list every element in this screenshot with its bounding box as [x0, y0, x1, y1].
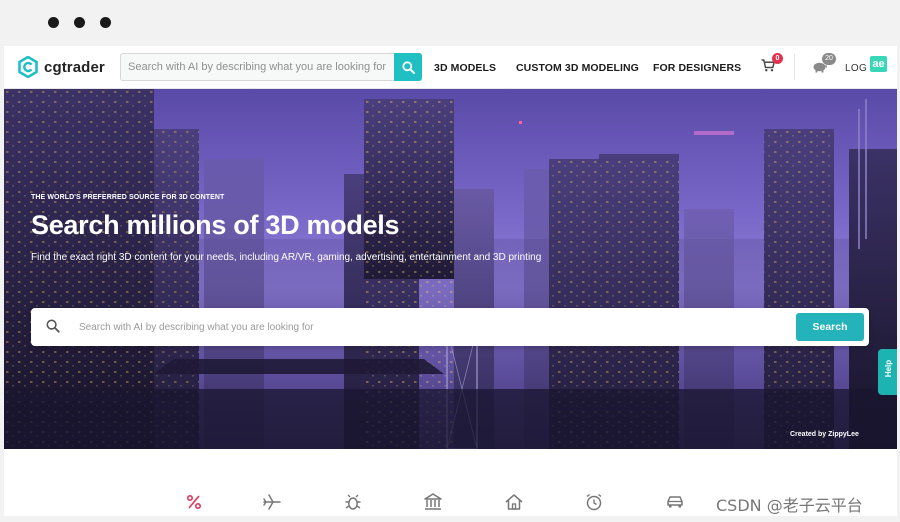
window-close-control[interactable]: [48, 17, 59, 28]
hero-eyebrow: THE WORLD'S PREFERRED SOURCE FOR 3D CONT…: [31, 194, 225, 201]
airplane-icon[interactable]: [262, 492, 282, 512]
login-link[interactable]: LOG I: [845, 63, 873, 74]
nav-link-custom-3d-modeling[interactable]: CUSTOM 3D MODELING: [516, 62, 639, 74]
nav-search-input[interactable]: [121, 54, 393, 80]
hero-search-input[interactable]: [75, 308, 775, 346]
search-icon: [46, 319, 60, 333]
window-maximize-control[interactable]: [100, 17, 111, 28]
image-credit: Created by ZippyLee: [790, 431, 859, 438]
car-icon[interactable]: [665, 492, 685, 512]
nav-search-button[interactable]: [394, 53, 422, 81]
house-icon[interactable]: [504, 492, 524, 512]
help-tab[interactable]: Help: [878, 349, 897, 395]
cgtrader-logo-icon: [18, 56, 38, 78]
nav-link-for-designers[interactable]: FOR DESIGNERS: [653, 62, 741, 74]
cart-button[interactable]: 0: [761, 53, 783, 77]
hero-search-box: Search: [31, 308, 869, 346]
nav-link-3d-models[interactable]: 3D MODELS: [434, 62, 496, 74]
savings-count-badge: 20: [822, 53, 836, 65]
hero-subtitle: Find the exact right 3D content for your…: [31, 252, 542, 263]
nav-search-box: [120, 53, 422, 81]
window-titlebar: [0, 0, 900, 46]
hero-title: Search millions of 3D models: [31, 210, 400, 240]
savings-button[interactable]: 20: [812, 53, 836, 78]
logo[interactable]: cgtrader: [18, 56, 105, 78]
help-label: Help: [884, 359, 894, 378]
watermark: CSDN @老子云平台: [716, 496, 863, 515]
bug-icon[interactable]: [343, 492, 363, 512]
window-bottom-edge: [0, 516, 900, 522]
logo-text: cgtrader: [44, 58, 105, 76]
alarm-clock-icon[interactable]: [584, 492, 604, 512]
window-minimize-control[interactable]: [74, 17, 85, 28]
cyberpunk-city-illustration: [4, 89, 897, 449]
hero-search-button[interactable]: Search: [796, 313, 864, 341]
ae-extension-icon[interactable]: ae: [870, 56, 887, 72]
hero-banner: THE WORLD'S PREFERRED SOURCE FOR 3D CONT…: [4, 89, 897, 449]
search-icon: [401, 60, 415, 74]
cart-count-badge: 0: [772, 53, 783, 64]
top-navigation: cgtrader 3D MODELS CUSTOM 3D MODELING FO…: [4, 46, 897, 89]
nav-divider: [794, 54, 795, 80]
percent-icon[interactable]: [184, 492, 204, 512]
museum-icon[interactable]: [423, 492, 443, 512]
